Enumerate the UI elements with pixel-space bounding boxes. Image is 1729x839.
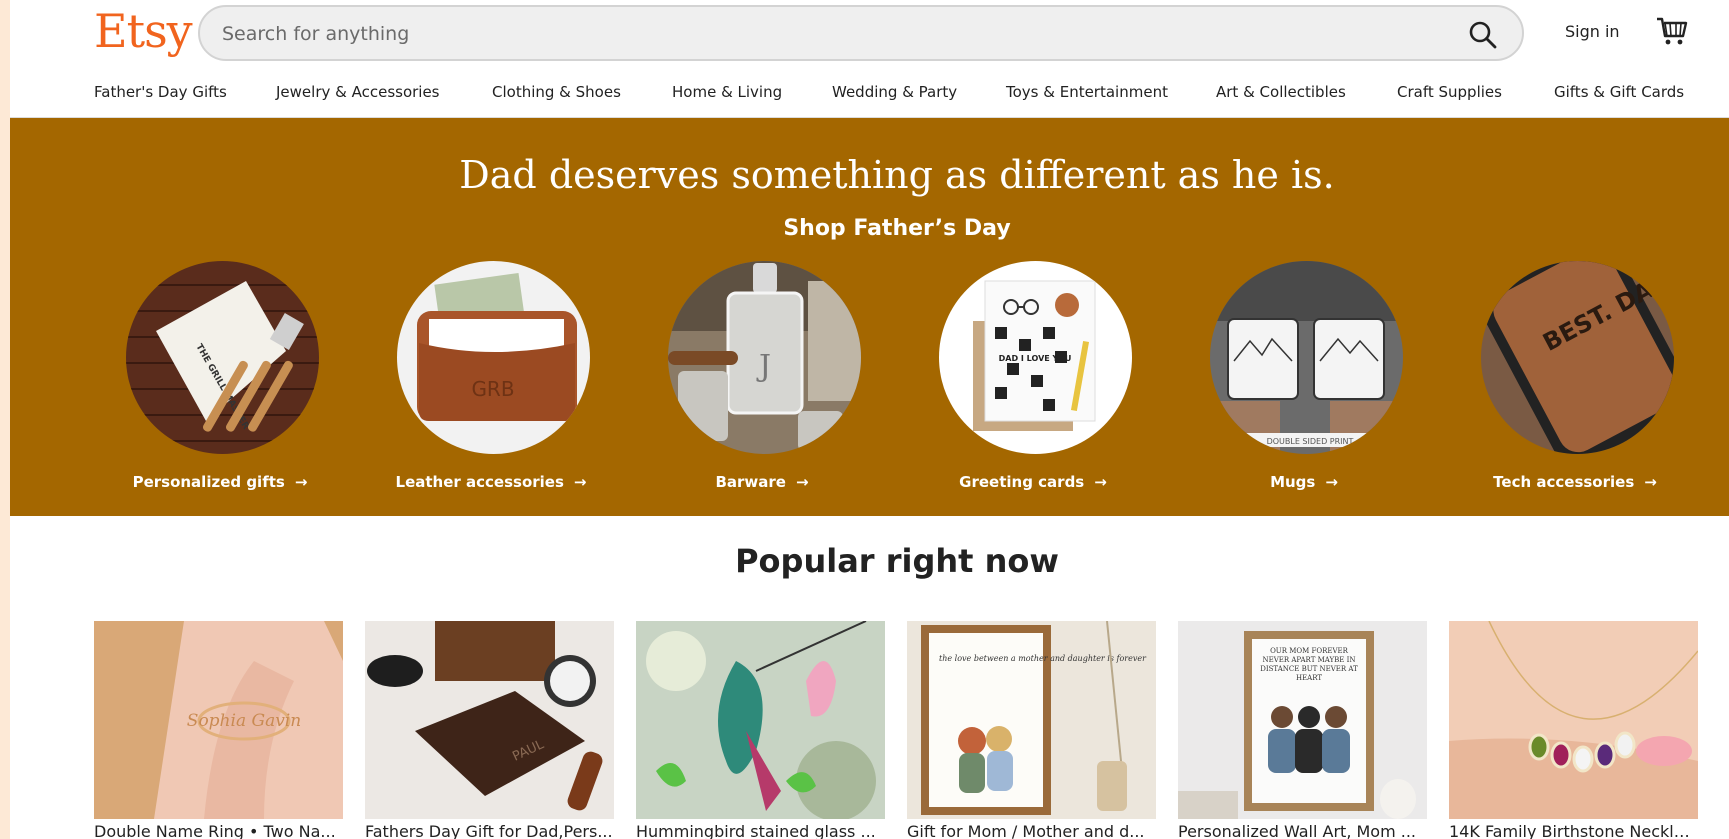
- banner-headline: Dad deserves something as different as h…: [459, 153, 1335, 197]
- mug-print-text: DOUBLE SIDED PRINT: [1267, 437, 1354, 446]
- product-title[interactable]: Hummingbird stained glass ...: [636, 822, 885, 839]
- category-label: Mugs: [1270, 473, 1316, 491]
- search-button[interactable]: [1468, 20, 1498, 50]
- product-card[interactable]: OUR MOM FOREVER NEVER APART MAYBE IN DIS…: [1178, 621, 1427, 839]
- nav-item-clothing-shoes[interactable]: Clothing & Shoes: [492, 83, 621, 101]
- category-label: Barware: [715, 473, 786, 491]
- product-image-birthstone-necklace: [1449, 621, 1698, 819]
- product-title[interactable]: 14K Family Birthstone Neckla...: [1449, 822, 1698, 839]
- arrow-right-icon: →: [1325, 473, 1338, 491]
- product-image-leather-wallet: PAUL: [365, 621, 614, 819]
- nav-item-art-collectibles[interactable]: Art & Collectibles: [1216, 83, 1346, 101]
- product-card[interactable]: Sophia Gavin Double Name Ring • Two Na..…: [94, 621, 343, 839]
- search-bar: [198, 5, 1524, 61]
- wall-art-quote: OUR MOM FOREVER NEVER APART MAYBE IN DIS…: [1260, 647, 1358, 682]
- category-label: Personalized gifts: [132, 473, 285, 491]
- category-greeting-cards[interactable]: DAD I LOVE YOU Greeting cards →: [923, 261, 1143, 501]
- category-image-leather-wallet: GRB: [397, 261, 590, 454]
- ring-engraving: Sophia Gavin: [187, 711, 301, 731]
- product-card[interactable]: Hummingbird stained glass ...: [636, 621, 885, 839]
- category-nav: Father's Day Gifts Jewelry & Accessories…: [10, 83, 1729, 105]
- search-input[interactable]: [220, 19, 1424, 49]
- category-image-phone-case: BEST. DAD. EVER.: [1481, 261, 1674, 454]
- etsy-logo[interactable]: Etsy: [94, 4, 193, 58]
- nav-item-wedding-party[interactable]: Wedding & Party: [832, 83, 957, 101]
- site-header: Etsy Sign in Father's Day Gifts Jewelry …: [10, 0, 1729, 118]
- product-title[interactable]: Double Name Ring • Two Na...: [94, 822, 343, 839]
- crossword-text: DAD I LOVE YOU: [999, 354, 1072, 363]
- shopping-cart-icon: [1657, 17, 1688, 45]
- product-card[interactable]: 14K Family Birthstone Neckla...: [1449, 621, 1698, 839]
- nav-item-toys-entertainment[interactable]: Toys & Entertainment: [1006, 83, 1168, 101]
- category-tech-accessories[interactable]: BEST. DAD. EVER. Tech accessories →: [1465, 261, 1685, 501]
- nav-item-gifts-gift-cards[interactable]: Gifts & Gift Cards: [1554, 83, 1684, 101]
- product-card[interactable]: the love between a mother and daughter i…: [907, 621, 1156, 839]
- nav-item-fathers-day-gifts[interactable]: Father's Day Gifts: [94, 83, 227, 101]
- arrow-right-icon: →: [1094, 473, 1107, 491]
- arrow-right-icon: →: [573, 473, 587, 491]
- category-image-crossword-card: DAD I LOVE YOU: [939, 261, 1132, 454]
- product-image-mother-daughter-print: the love between a mother and daughter i…: [907, 621, 1156, 819]
- category-barware[interactable]: J Barware →: [652, 261, 872, 501]
- nav-item-jewelry-accessories[interactable]: Jewelry & Accessories: [276, 83, 440, 101]
- arrow-right-icon: →: [294, 473, 308, 491]
- nav-item-craft-supplies[interactable]: Craft Supplies: [1397, 83, 1502, 101]
- category-image-grill-set: THE GRILL MASTER: [126, 261, 319, 454]
- fathers-day-banner: Dad deserves something as different as h…: [10, 118, 1729, 516]
- etsy-home-page: Etsy Sign in Father's Day Gifts Jewelry …: [10, 0, 1729, 839]
- category-label: Greeting cards: [959, 473, 1085, 491]
- category-leather-accessories[interactable]: GRB Leather accessories →: [381, 261, 601, 501]
- arrow-right-icon: →: [795, 473, 809, 491]
- category-mugs[interactable]: DOUBLE SIDED PRINT Mugs →: [1194, 261, 1414, 501]
- cart-button[interactable]: [1656, 16, 1688, 46]
- wallet-monogram: GRB: [471, 377, 514, 401]
- product-card[interactable]: PAUL Fathers Day Gift for Dad,Pers...: [365, 621, 614, 839]
- category-label: Leather accessories: [395, 473, 564, 491]
- category-personalized-gifts[interactable]: THE GRILL MASTER Personalized gifts →: [110, 261, 330, 501]
- product-title[interactable]: Gift for Mom / Mother and d...: [907, 822, 1156, 839]
- category-label: Tech accessories: [1493, 473, 1635, 491]
- category-image-decanter: J: [668, 261, 861, 454]
- product-image-hummingbird-glass: [636, 621, 885, 819]
- search-icon: [1469, 21, 1497, 49]
- popular-section-title: Popular right now: [735, 542, 1059, 580]
- nav-item-home-living[interactable]: Home & Living: [672, 83, 782, 101]
- print-quote: the love between a mother and daughter i…: [939, 654, 1147, 663]
- product-title[interactable]: Personalized Wall Art, Mom ...: [1178, 822, 1427, 839]
- product-image-name-ring: Sophia Gavin: [94, 621, 343, 819]
- sign-in-link[interactable]: Sign in: [1565, 22, 1620, 41]
- arrow-right-icon: →: [1644, 473, 1657, 491]
- product-title[interactable]: Fathers Day Gift for Dad,Pers...: [365, 822, 614, 839]
- decanter-monogram: J: [756, 349, 771, 384]
- product-image-wall-art: OUR MOM FOREVER NEVER APART MAYBE IN DIS…: [1178, 621, 1427, 819]
- shop-fathers-day-link[interactable]: Shop Father’s Day: [10, 216, 1729, 241]
- category-image-mugs: DOUBLE SIDED PRINT: [1210, 261, 1403, 454]
